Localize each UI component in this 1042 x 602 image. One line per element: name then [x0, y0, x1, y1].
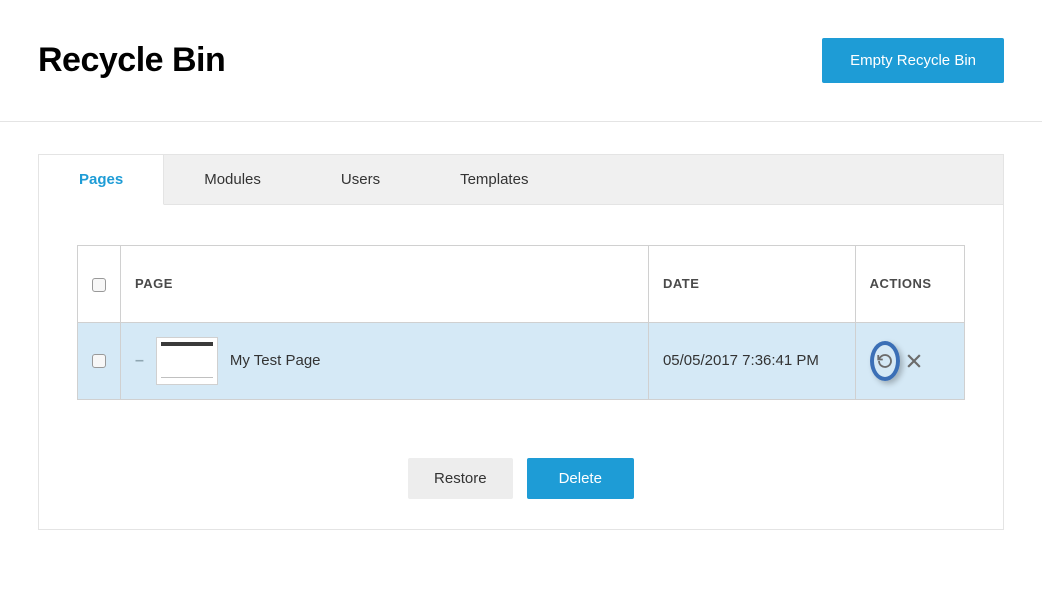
- footer-actions: Restore Delete: [77, 458, 965, 499]
- table-row: – My Test Page 05/05/2017 7:36:41 PM: [78, 322, 965, 399]
- tab-pages[interactable]: Pages: [39, 155, 164, 205]
- page-thumbnail: [156, 337, 218, 385]
- select-all-checkbox[interactable]: [92, 278, 106, 292]
- content-area: Pages Modules Users Templates PAGE DATE …: [0, 122, 1042, 562]
- page-name: My Test Page: [230, 352, 321, 369]
- tab-users[interactable]: Users: [301, 155, 420, 204]
- expand-toggle[interactable]: –: [135, 352, 144, 370]
- row-checkbox[interactable]: [92, 354, 106, 368]
- tab-modules[interactable]: Modules: [164, 155, 301, 204]
- restore-button[interactable]: Restore: [408, 458, 513, 499]
- tab-body: PAGE DATE ACTIONS –: [39, 205, 1003, 529]
- tab-templates[interactable]: Templates: [420, 155, 568, 204]
- restore-icon: [876, 352, 894, 370]
- main-panel: Pages Modules Users Templates PAGE DATE …: [38, 154, 1004, 530]
- page-cell: – My Test Page: [135, 337, 634, 385]
- tab-strip: Pages Modules Users Templates: [39, 155, 1003, 205]
- page-header: Recycle Bin Empty Recycle Bin: [0, 0, 1042, 122]
- delete-row-button[interactable]: [904, 351, 924, 371]
- row-actions: [870, 341, 950, 381]
- header-actions: ACTIONS: [855, 246, 964, 323]
- row-date: 05/05/2017 7:36:41 PM: [648, 322, 855, 399]
- empty-recycle-bin-button[interactable]: Empty Recycle Bin: [822, 38, 1004, 83]
- page-title: Recycle Bin: [38, 41, 225, 80]
- header-date: DATE: [648, 246, 855, 323]
- header-page: PAGE: [121, 246, 649, 323]
- restore-row-button[interactable]: [870, 341, 900, 381]
- delete-button[interactable]: Delete: [527, 458, 634, 499]
- recycle-table: PAGE DATE ACTIONS –: [77, 245, 965, 400]
- header-select: [78, 246, 121, 323]
